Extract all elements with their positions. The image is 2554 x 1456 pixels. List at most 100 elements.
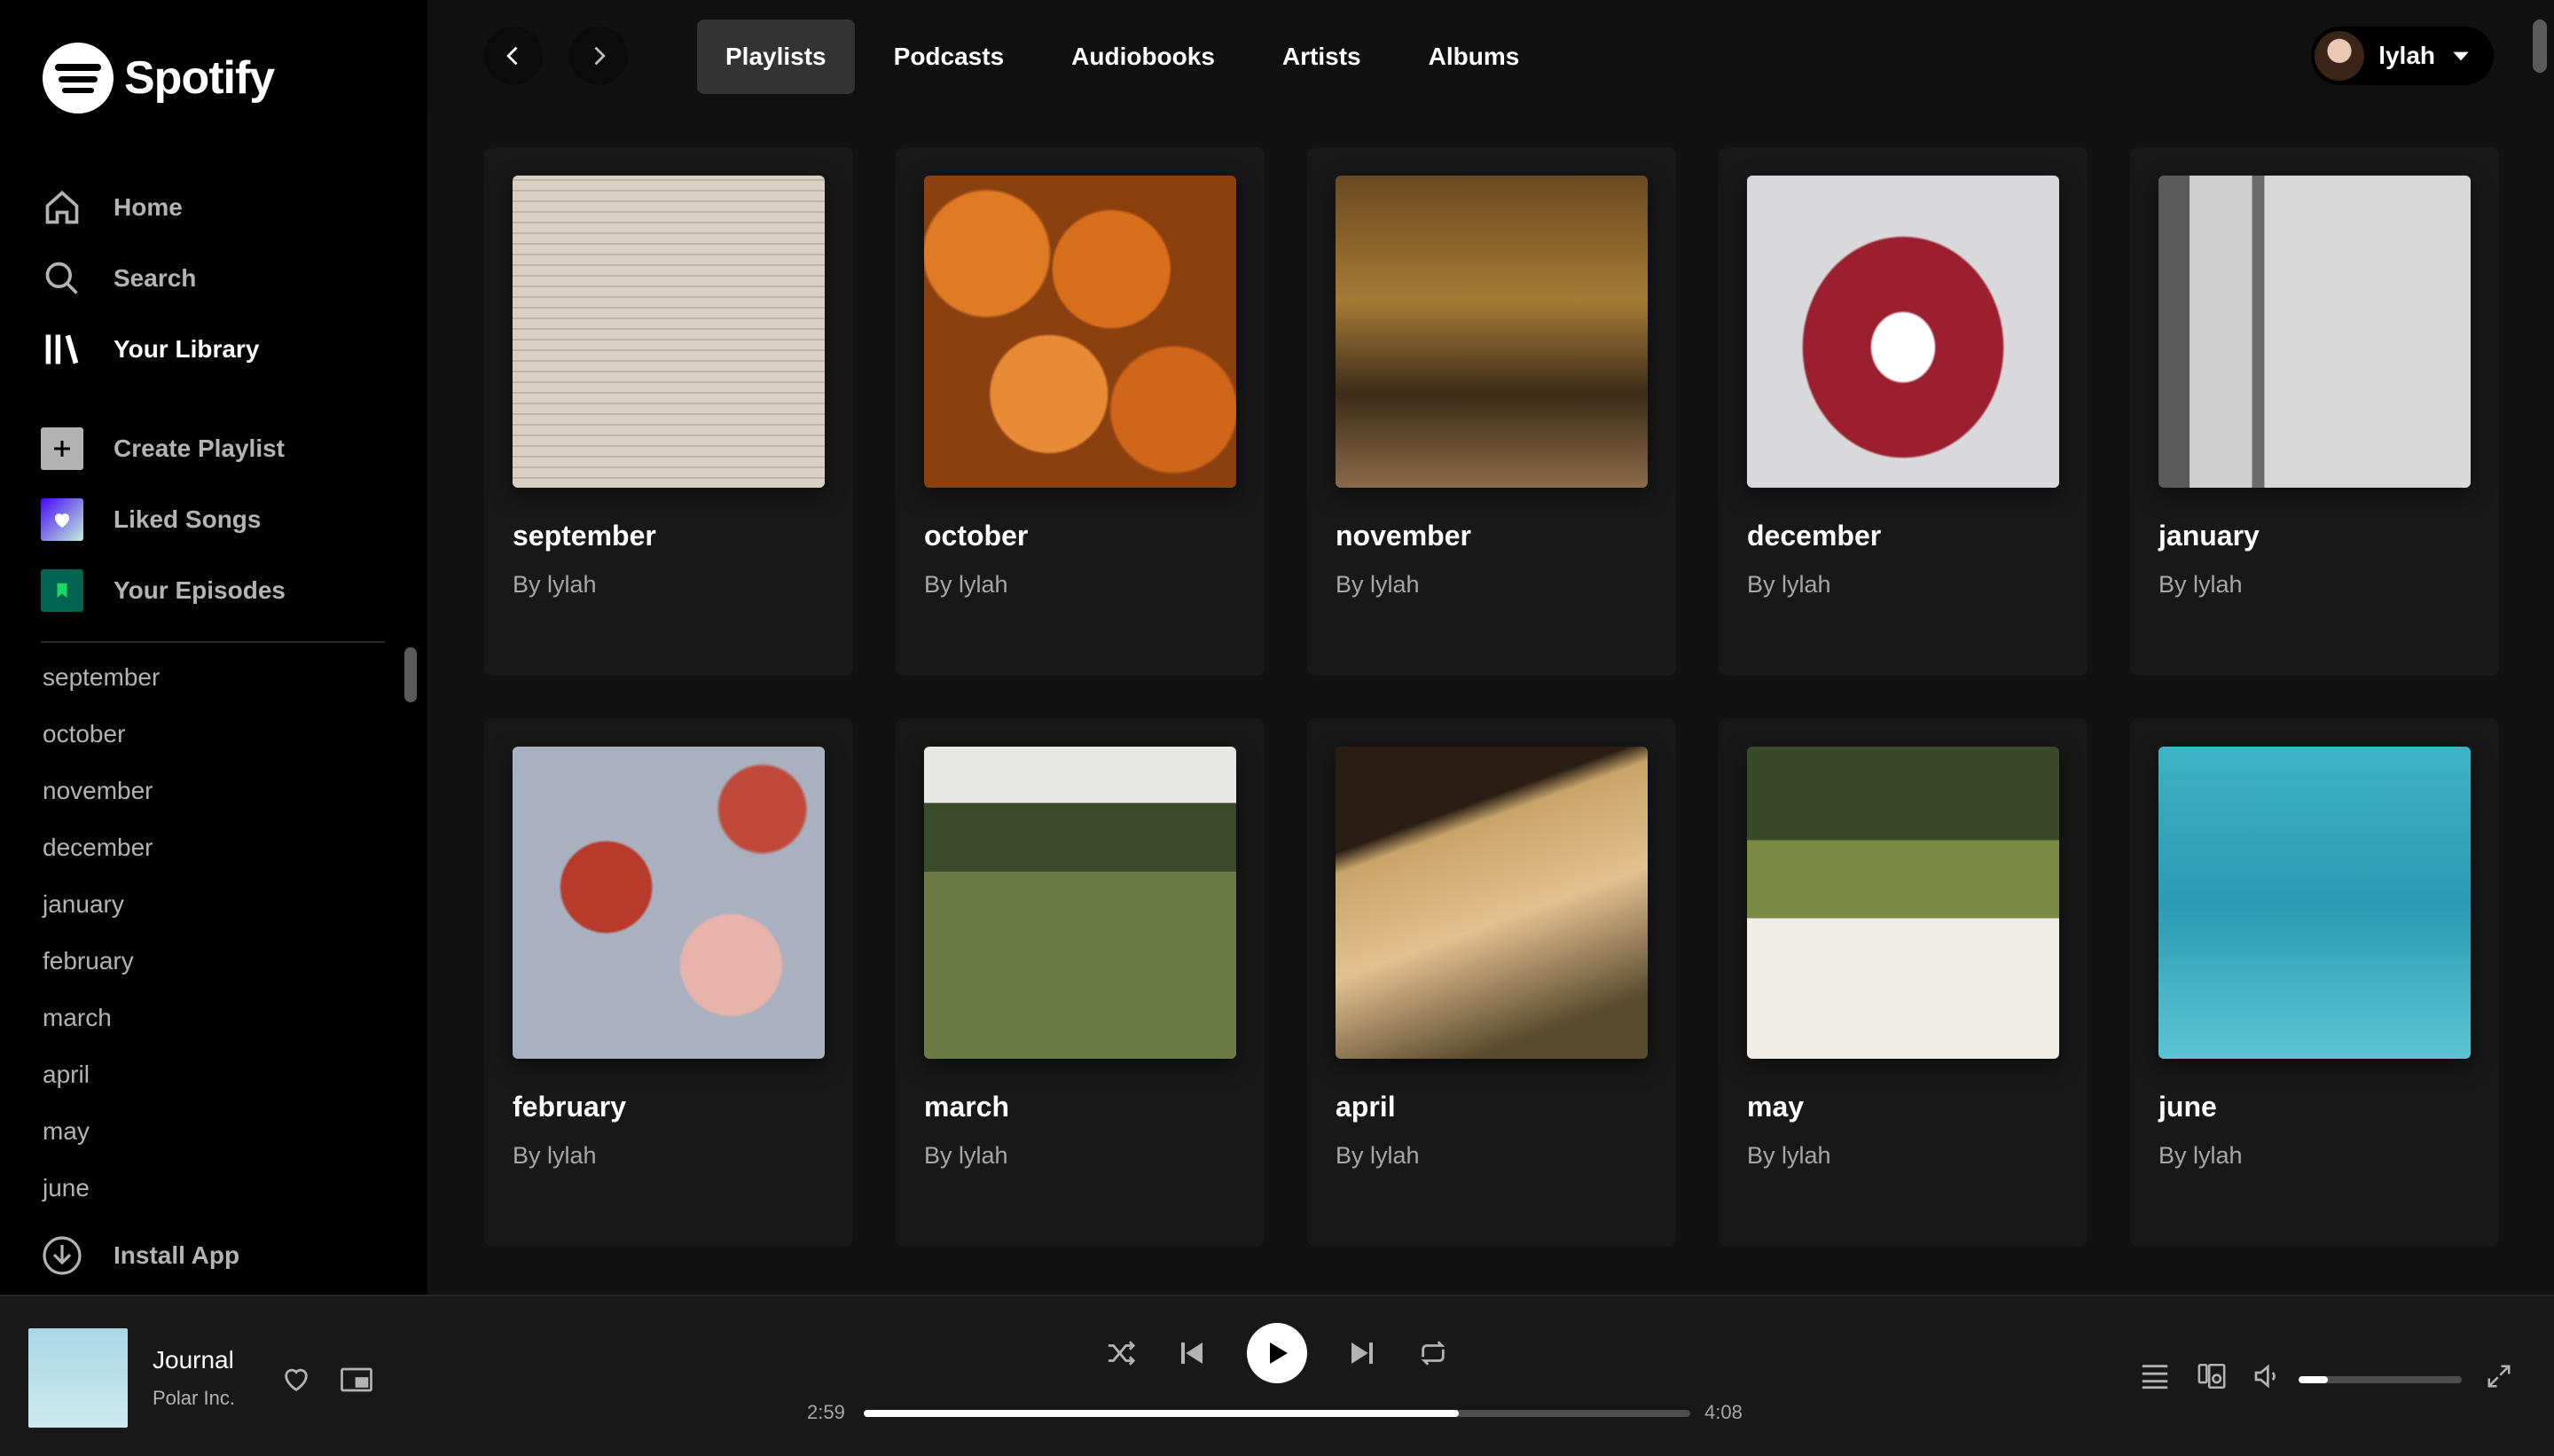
install-app-label: Install App (114, 1241, 240, 1269)
play-icon (1270, 1342, 1288, 1364)
playlist-cover (1747, 176, 2059, 488)
sidebar-playlist-item[interactable]: may (43, 1112, 160, 1169)
total-time: 4:08 (1704, 1401, 1743, 1423)
liked-songs-link[interactable]: Liked Songs (41, 484, 286, 555)
playlist-card[interactable]: december By lylah (1719, 147, 2088, 676)
sidebar-playlist-item[interactable]: june (43, 1169, 160, 1225)
skip-back-icon (1181, 1342, 1203, 1364)
liked-songs-label: Liked Songs (114, 505, 262, 533)
sidebar-playlist-item[interactable]: october (43, 715, 160, 771)
play-button[interactable] (1247, 1323, 1307, 1383)
sidebar-playlist-list: september october november december janu… (43, 658, 160, 1225)
nav-home-label: Home (114, 193, 183, 221)
sidebar-playlist-item[interactable]: april (43, 1055, 160, 1112)
avatar (2315, 31, 2365, 81)
device-icon (2198, 1363, 2226, 1389)
playlist-grid: september By lylah october By lylah nove… (484, 147, 2499, 1247)
nav-search-label: Search (114, 264, 197, 292)
picture-in-picture-button[interactable] (337, 1360, 376, 1399)
queue-button[interactable] (2135, 1357, 2174, 1396)
library-actions: Create Playlist Liked Songs Your Episode… (41, 413, 286, 626)
queue-icon (2142, 1365, 2168, 1389)
main-scrollbar[interactable] (2533, 20, 2547, 73)
playlist-owner: By lylah (924, 1142, 1008, 1169)
sidebar-playlist-item[interactable]: september (43, 658, 160, 715)
volume-slider[interactable] (2299, 1376, 2462, 1383)
playlist-card[interactable]: november By lylah (1307, 147, 1676, 676)
sidebar-playlist-item[interactable]: february (43, 942, 160, 998)
create-playlist-label: Create Playlist (114, 434, 285, 462)
nav-search[interactable]: Search (41, 243, 259, 314)
progress-bar-fill (864, 1410, 1460, 1417)
mute-button[interactable] (2247, 1357, 2286, 1396)
home-icon (41, 186, 83, 229)
chevron-left-icon (506, 46, 518, 66)
now-playing-title[interactable]: Journal (153, 1346, 234, 1374)
sidebar-playlist-item[interactable]: january (43, 885, 160, 942)
user-menu[interactable]: lylah (2311, 27, 2494, 85)
forward-button[interactable] (569, 27, 628, 85)
expand-icon (2487, 1365, 2511, 1388)
sidebar-playlist-item[interactable]: march (43, 998, 160, 1055)
playlist-card[interactable]: january By lylah (2130, 147, 2499, 676)
user-name: lylah (2378, 42, 2435, 69)
playlist-owner: By lylah (1747, 571, 1831, 598)
sidebar-scrollbar[interactable] (404, 647, 417, 702)
your-episodes-link[interactable]: Your Episodes (41, 555, 286, 626)
fullscreen-button[interactable] (2480, 1357, 2519, 1396)
playlist-cover (924, 176, 1236, 488)
playlist-card[interactable]: june By lylah (2130, 718, 2499, 1247)
playlist-owner: By lylah (1336, 1142, 1420, 1169)
playlist-owner: By lylah (2158, 1142, 2243, 1169)
playlist-card[interactable]: september By lylah (484, 147, 853, 676)
top-bar: Playlists Podcasts Audiobooks Artists Al… (427, 0, 2554, 114)
download-icon (41, 1234, 83, 1277)
spotify-logo-icon (43, 43, 114, 114)
caret-down-icon (2453, 51, 2469, 61)
volume-icon (2254, 1364, 2276, 1389)
elapsed-time: 2:59 (807, 1401, 845, 1423)
next-button[interactable] (1343, 1334, 1382, 1373)
previous-button[interactable] (1172, 1334, 1211, 1373)
playlist-owner: By lylah (513, 1142, 597, 1169)
tab-podcasts[interactable]: Podcasts (866, 20, 1033, 94)
playlist-card[interactable]: march By lylah (896, 718, 1265, 1247)
sidebar-divider (41, 641, 385, 643)
nav-library-label: Your Library (114, 335, 260, 363)
bookmark-icon (41, 569, 83, 612)
now-playing-cover[interactable] (28, 1328, 128, 1428)
progress-bar[interactable] (864, 1410, 1690, 1417)
tab-playlists[interactable]: Playlists (697, 20, 855, 94)
install-app-button[interactable]: Install App (41, 1234, 239, 1277)
playlist-title: march (924, 1091, 1010, 1123)
shuffle-button[interactable] (1101, 1334, 1140, 1373)
tab-audiobooks[interactable]: Audiobooks (1043, 20, 1243, 94)
main-nav: Home Search Your Library (41, 172, 259, 385)
spotify-wordmark: Spotify (124, 52, 275, 104)
library-icon (41, 328, 83, 371)
connect-device-button[interactable] (2192, 1357, 2231, 1396)
nav-home[interactable]: Home (41, 172, 259, 243)
chevron-right-icon (594, 46, 606, 66)
repeat-button[interactable] (1414, 1334, 1453, 1373)
tab-albums[interactable]: Albums (1400, 20, 1548, 94)
playlist-card[interactable]: february By lylah (484, 718, 853, 1247)
now-playing-artist[interactable]: Polar Inc. (153, 1387, 235, 1410)
sidebar-playlist-item[interactable]: november (43, 771, 160, 828)
create-playlist-button[interactable]: Create Playlist (41, 413, 286, 484)
like-button[interactable] (277, 1360, 316, 1399)
sidebar-playlist-item[interactable]: december (43, 828, 160, 885)
skip-forward-icon (1351, 1342, 1373, 1364)
back-button[interactable] (484, 27, 543, 85)
playlist-title: october (924, 520, 1029, 552)
playlist-card[interactable]: april By lylah (1307, 718, 1676, 1247)
tab-artists[interactable]: Artists (1254, 20, 1390, 94)
playlist-card[interactable]: may By lylah (1719, 718, 2088, 1247)
playlist-title: december (1747, 520, 1882, 552)
playlist-cover (513, 176, 825, 488)
playlist-cover (924, 747, 1236, 1059)
playlist-cover (2158, 747, 2471, 1059)
nav-library[interactable]: Your Library (41, 314, 259, 385)
playlist-card[interactable]: october By lylah (896, 147, 1265, 676)
spotify-logo[interactable]: Spotify (43, 43, 275, 114)
